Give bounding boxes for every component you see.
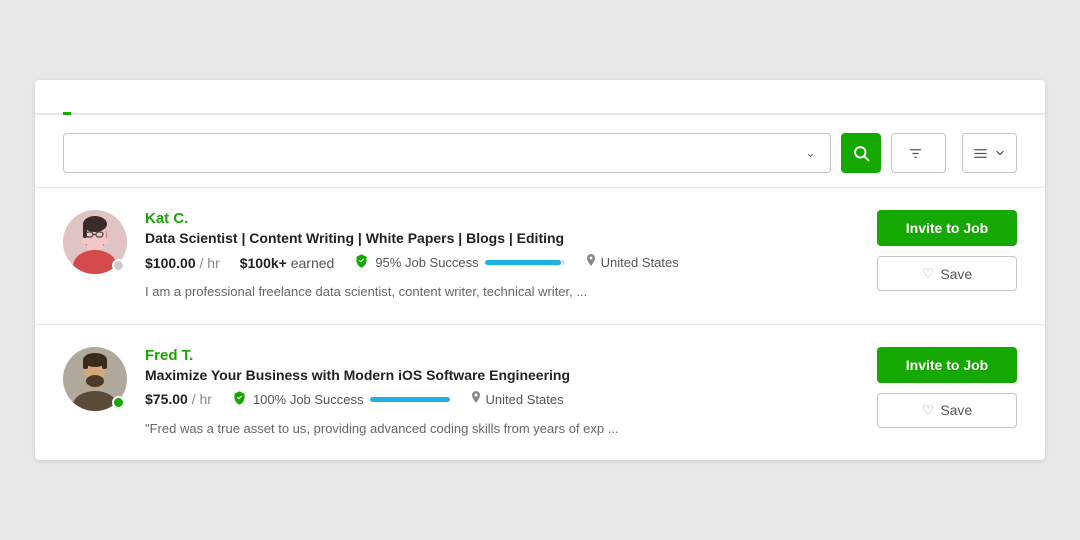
card-actions: Invite to Job ♡ Save [877,347,1017,428]
freelancer-card: Fred T. Maximize Your Business with Mode… [35,324,1045,461]
status-dot [112,396,125,409]
freelancer-name[interactable]: Kat C. [145,210,849,227]
save-button[interactable]: ♡ Save [877,256,1017,291]
invite-to-job-button[interactable]: Invite to Job [877,210,1017,246]
earned: $100k+ earned [240,255,335,271]
save-label: Save [940,402,972,418]
freelancer-name[interactable]: Fred T. [145,347,849,364]
view-wrap [956,133,1017,173]
view-toggle-button[interactable] [962,133,1017,173]
freelancer-description: "Fred was a true asset to us, providing … [145,419,849,439]
freelancer-title: Maximize Your Business with Modern iOS S… [145,367,849,383]
meta-row: $100.00 / hr $100k+ earned 95% Job Succe… [145,253,849,272]
search-input-wrap: ⌄ [63,133,831,173]
shield-icon [232,390,247,409]
progress-bar-fill [485,260,561,265]
freelancer-list: Kat C. Data Scientist | Content Writing … [35,187,1045,460]
search-input[interactable] [74,145,801,161]
progress-bar [485,260,565,265]
shield-icon [354,253,369,272]
status-dot [112,259,125,272]
job-success-label: 95% Job Success [375,255,478,270]
location-pin-icon [585,254,597,271]
heart-icon: ♡ [922,265,935,282]
save-label: Save [940,266,972,282]
rate: $75.00 / hr [145,391,212,407]
location-text: United States [601,255,679,270]
search-icon [852,144,870,162]
meta-row: $75.00 / hr 100% Job Success United Sta [145,390,849,409]
rate: $100.00 / hr [145,255,220,271]
card-actions: Invite to Job ♡ Save [877,210,1017,291]
avatar-wrap [63,210,127,274]
job-success-wrap: 95% Job Success [354,253,564,272]
freelancer-description: I am a professional freelance data scien… [145,282,849,302]
search-button[interactable] [841,133,881,173]
progress-bar [370,397,450,402]
job-success-wrap: 100% Job Success [232,390,450,409]
filters-button[interactable] [891,133,946,173]
tab-saved-freelancers[interactable] [99,80,107,115]
heart-icon: ♡ [922,402,935,419]
location-wrap: United States [585,254,679,271]
list-view-icon [973,146,988,161]
chevron-down-view-icon [994,147,1006,159]
location-text: United States [486,392,564,407]
main-container: ⌄ [35,80,1045,460]
card-body: Kat C. Data Scientist | Content Writing … [145,210,849,302]
search-bar: ⌄ [35,115,1045,187]
progress-bar-fill [370,397,450,402]
save-button[interactable]: ♡ Save [877,393,1017,428]
tab-search[interactable] [63,80,71,115]
location-wrap: United States [470,391,564,408]
card-body: Fred T. Maximize Your Business with Mode… [145,347,849,439]
avatar-wrap [63,347,127,411]
tabs-bar [35,80,1045,115]
job-success-label: 100% Job Success [253,392,364,407]
freelancer-card: Kat C. Data Scientist | Content Writing … [35,187,1045,324]
location-pin-icon [470,391,482,408]
invite-to-job-button[interactable]: Invite to Job [877,347,1017,383]
filter-icon [908,146,923,161]
freelancer-title: Data Scientist | Content Writing | White… [145,230,849,246]
chevron-down-icon[interactable]: ⌄ [801,145,820,161]
